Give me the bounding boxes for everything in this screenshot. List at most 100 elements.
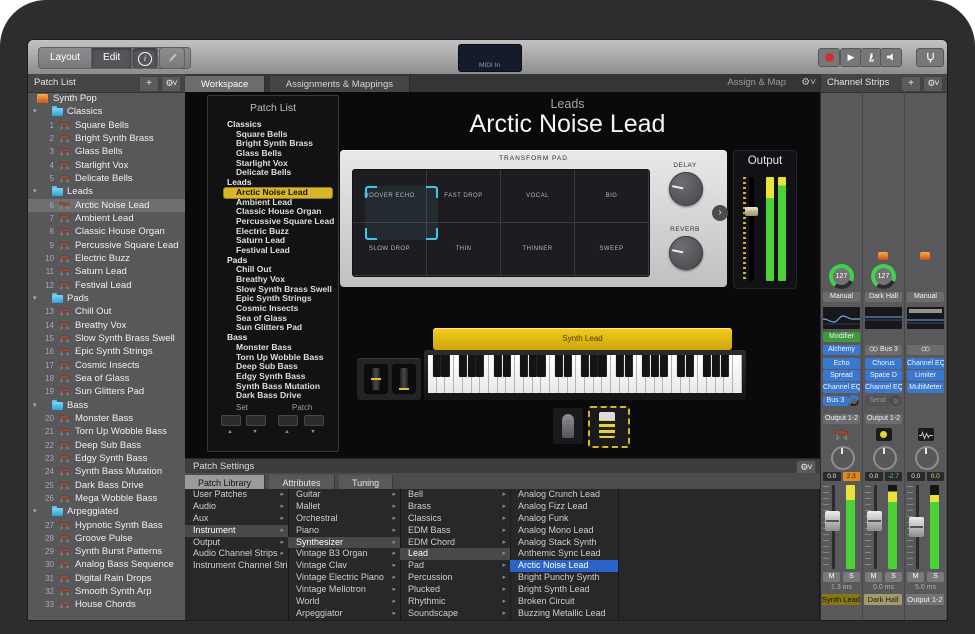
play-button[interactable]: ▶: [840, 48, 862, 67]
mod-wheel[interactable]: [392, 364, 416, 394]
patch-list-folder[interactable]: ▾Bass: [28, 399, 185, 412]
channel-name-tag[interactable]: Dark Hall: [864, 594, 902, 605]
piano-black-key[interactable]: [459, 355, 467, 377]
instrument-slot-button[interactable]: Alchemy: [823, 345, 860, 355]
browser-item[interactable]: Bell▸: [400, 489, 510, 501]
fader-handle[interactable]: [745, 207, 758, 216]
browser-item[interactable]: Guitar▸: [288, 489, 400, 501]
insert-slot-button[interactable]: MultiMeter: [907, 382, 944, 393]
expression-knob[interactable]: 127: [829, 264, 854, 289]
patch-list-item[interactable]: 4Starlight Vox: [28, 159, 185, 172]
onscreen-keyboard[interactable]: [424, 350, 746, 400]
piano-black-key[interactable]: [651, 355, 659, 377]
piano-black-key[interactable]: [598, 355, 606, 377]
expression-knob[interactable]: 127: [871, 264, 896, 289]
solo-button[interactable]: S: [927, 572, 944, 582]
delay-knob[interactable]: [669, 172, 703, 206]
browser-item[interactable]: Analog Mono Lead: [510, 525, 618, 537]
patch-list-item[interactable]: 27Hypnotic Synth Bass: [28, 519, 185, 532]
insert-slot-button[interactable]: Channel EQ: [823, 382, 860, 393]
browser-item[interactable]: Synthesizer▸: [288, 537, 400, 549]
piano-black-key[interactable]: [581, 355, 589, 377]
browser-item[interactable]: Analog Fizz Lead: [510, 501, 618, 513]
workspace-action-menu[interactable]: ⚙˅: [801, 74, 816, 92]
setting-menu-button[interactable]: Dark Hall: [865, 292, 902, 302]
volume-value[interactable]: 0.0: [865, 472, 883, 481]
patch-list-item[interactable]: 9Percussive Square Lead: [28, 239, 185, 252]
piano-black-key[interactable]: [520, 355, 528, 377]
set-digit-button[interactable]: [246, 415, 266, 426]
mode-edit-button[interactable]: Edit: [92, 47, 132, 69]
patch-list-concert[interactable]: Synth Pop: [28, 92, 185, 105]
browser-item[interactable]: Analog Crunch Lead: [510, 489, 618, 501]
assign-map-button[interactable]: Assign & Map: [727, 74, 786, 92]
input-slot-button[interactable]: [907, 345, 944, 355]
channel-fader[interactable]: [907, 485, 944, 569]
record-button[interactable]: [818, 48, 840, 67]
disclosure-triangle-icon[interactable]: ▾: [33, 292, 37, 305]
patch-list-item[interactable]: 3Glass Bells: [28, 145, 185, 158]
output-slot-button[interactable]: Output 1-2: [823, 414, 860, 424]
browser-item[interactable]: Arpeggiator▸: [288, 608, 400, 620]
set-up-button[interactable]: ▲: [221, 429, 239, 435]
solo-button[interactable]: S: [843, 572, 860, 582]
browser-item[interactable]: World▸: [288, 596, 400, 608]
fader-handle[interactable]: [909, 517, 924, 537]
transform-pad-cell[interactable]: BIG: [575, 170, 649, 223]
patch-list-folder[interactable]: ▾Pads: [28, 292, 185, 305]
patch-list-item[interactable]: 8Classic House Organ: [28, 225, 185, 238]
browser-item[interactable]: Aux▸: [185, 513, 288, 525]
eq-thumbnail[interactable]: [823, 307, 860, 329]
insert-slot-button[interactable]: Channel EQ: [865, 382, 902, 393]
setting-menu-button[interactable]: Manual: [823, 292, 860, 302]
mini-list-item[interactable]: Dark Bass Drive: [208, 391, 338, 401]
keyboard-layer-badge[interactable]: Synth Lead: [433, 328, 732, 350]
browser-item[interactable]: Bright Punchy Synth: [510, 572, 618, 584]
transform-pad-cell[interactable]: VOCAL: [501, 170, 575, 223]
patch-list-item[interactable]: 17Cosmic Insects: [28, 359, 185, 372]
piano-black-key[interactable]: [703, 355, 711, 377]
transform-pad-cell[interactable]: THIN: [427, 223, 501, 276]
browser-item[interactable]: Instrument▸: [185, 525, 288, 537]
channel-name-tag[interactable]: Output 1-2: [906, 594, 944, 605]
patch-list-item[interactable]: 5Delicate Bells: [28, 172, 185, 185]
patch-list-folder[interactable]: ▾Arpeggiated: [28, 505, 185, 518]
browser-item[interactable]: Vintage Clav▸: [288, 560, 400, 572]
patch-list-item[interactable]: 33House Chords: [28, 598, 185, 611]
piano-black-key[interactable]: [712, 355, 720, 377]
piano-black-key[interactable]: [720, 355, 728, 377]
patch-list-item[interactable]: 21Torn Up Wobble Bass: [28, 425, 185, 438]
mode-layout-button[interactable]: Layout: [38, 47, 92, 69]
browser-item[interactable]: Pad▸: [400, 560, 510, 572]
patch-list-item[interactable]: 23Edgy Synth Bass: [28, 452, 185, 465]
output-slot-button[interactable]: Output 1-2: [865, 414, 902, 424]
browser-item[interactable]: User Patches▸: [185, 489, 288, 501]
channel-fader[interactable]: [823, 485, 860, 569]
peak-value[interactable]: -2.7: [885, 472, 903, 481]
pan-knob[interactable]: [831, 446, 855, 470]
send-slot-button[interactable]: Bus 3: [823, 396, 848, 406]
expression-pedal-selected[interactable]: [588, 406, 630, 448]
channel-fader[interactable]: [865, 485, 902, 569]
browser-item[interactable]: EDM Bass▸: [400, 525, 510, 537]
browser-item[interactable]: Output▸: [185, 537, 288, 549]
browser-item[interactable]: Arctic Noise Lead: [510, 560, 618, 572]
channel-strips-action-menu[interactable]: ⚙˅: [923, 76, 943, 92]
patch-list-item[interactable]: 30Analog Bass Sequence: [28, 558, 185, 571]
browser-item[interactable]: Broken Circuit: [510, 596, 618, 608]
transform-pad-selection[interactable]: [365, 186, 438, 240]
pan-knob[interactable]: [873, 446, 897, 470]
browser-item[interactable]: EDM Chord▸: [400, 537, 510, 549]
peak-value[interactable]: 2.3: [843, 472, 861, 481]
piano-black-key[interactable]: [677, 355, 685, 377]
piano-black-key[interactable]: [502, 355, 510, 377]
patch-digit-button[interactable]: [278, 415, 298, 426]
browser-item[interactable]: Audio Channel Strips▸: [185, 548, 288, 560]
solo-button[interactable]: S: [885, 572, 902, 582]
send-level-knob[interactable]: [848, 395, 859, 406]
tuner-button[interactable]: [916, 48, 944, 67]
expand-chevron-button[interactable]: ›: [712, 205, 728, 221]
patch-list-item[interactable]: 16Epic Synth Strings: [28, 345, 185, 358]
patch-digit-button[interactable]: [304, 415, 324, 426]
insert-slot-button[interactable]: Chorus: [865, 358, 902, 369]
